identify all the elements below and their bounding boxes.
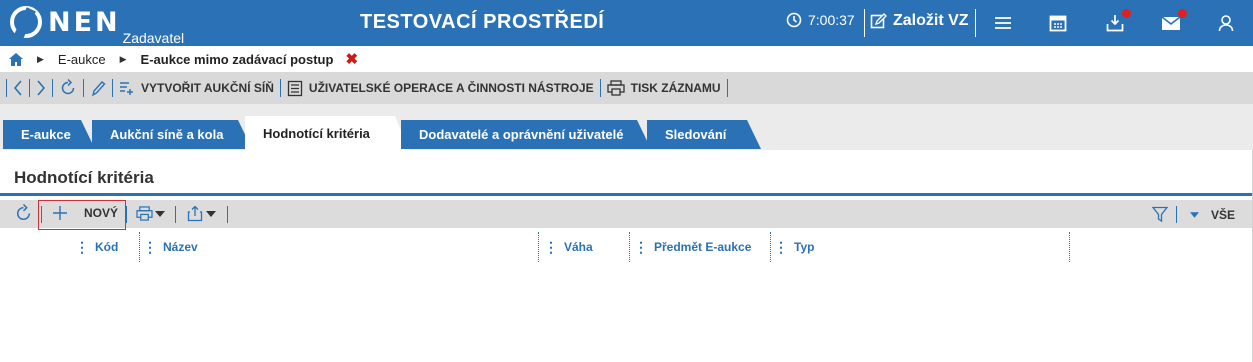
refresh-icon (61, 79, 75, 95)
user-operations-label: UŽIVATELSKÉ OPERACE A ČINNOSTI NÁSTROJE (308, 81, 594, 95)
printer-icon (136, 206, 153, 221)
close-icon[interactable]: ✖ (345, 50, 358, 68)
caret-down-icon (1190, 212, 1199, 218)
logo-subtitle: Zadavatel (122, 30, 185, 46)
column-divider (629, 232, 630, 262)
session-clock: 7:00:37 (786, 12, 855, 28)
print-menu-button[interactable] (136, 206, 165, 221)
refresh-grid-button[interactable] (14, 204, 33, 226)
create-contract-button[interactable]: Založit VZ (870, 12, 969, 30)
grid-toolbar: NOVÝ VŠE (0, 200, 1253, 228)
tab-monitoring[interactable]: Sledování (647, 120, 761, 149)
user-operations-button[interactable]: UŽIVATELSKÉ OPERACE A ČINNOSTI NÁSTROJE (281, 72, 600, 104)
chevron-right-icon: ▶ (37, 53, 44, 64)
clock-icon (786, 12, 802, 28)
column-divider (139, 232, 140, 262)
section-rule (0, 193, 1253, 196)
create-contract-label: Založit VZ (893, 12, 969, 29)
divider (975, 9, 976, 37)
export-icon (187, 205, 203, 222)
column-header-code[interactable]: ⋮ Kód (75, 232, 118, 262)
filter-button[interactable] (1151, 206, 1169, 226)
column-label: Předmět E-aukce (654, 240, 752, 254)
divider (1176, 206, 1177, 223)
column-header-type[interactable]: ⋮ Typ (774, 232, 814, 262)
print-record-button[interactable]: TISK ZÁZNAMU (601, 72, 727, 104)
logo-text: NEN (48, 7, 121, 38)
column-label: Váha (564, 240, 593, 254)
inbox-download-icon[interactable] (1103, 9, 1131, 35)
tab-e-aukce[interactable]: E-aukce (3, 120, 95, 149)
column-label: Kód (95, 240, 119, 254)
column-menu-icon[interactable]: ⋮ (75, 240, 89, 254)
refresh-icon (16, 204, 31, 221)
column-menu-icon[interactable]: ⋮ (544, 240, 558, 254)
document-list-icon (287, 80, 303, 96)
user-icon[interactable] (1214, 11, 1238, 35)
tab-suppliers-users[interactable]: Dodavatelé a oprávnění uživatelé (401, 120, 651, 149)
divider (126, 206, 127, 223)
chevron-right-icon: ▶ (119, 53, 127, 64)
divider (726, 79, 728, 97)
column-menu-icon[interactable]: ⋮ (143, 240, 157, 254)
section-title: Hodnotící kritéria (14, 168, 154, 187)
column-label: Název (163, 240, 198, 254)
create-auction-hall-button[interactable]: VYTVOŘIT AUKČNÍ SÍŇ (113, 72, 280, 104)
column-header-subject[interactable]: ⋮ Předmět E-aukce (634, 232, 751, 262)
notification-dot (1178, 9, 1187, 18)
export-menu-button[interactable] (187, 205, 216, 222)
list-add-icon (120, 82, 133, 95)
chevron-left-icon (13, 80, 22, 96)
home-icon[interactable] (9, 52, 23, 66)
back-button[interactable] (7, 72, 29, 104)
calendar-icon[interactable] (1046, 11, 1070, 35)
filter-icon (1151, 206, 1169, 223)
column-menu-icon[interactable]: ⋮ (634, 240, 648, 254)
create-auction-hall-label: VYTVOŘIT AUKČNÍ SÍŇ (141, 81, 274, 95)
column-header-weight[interactable]: ⋮ Váha (544, 232, 593, 262)
column-divider (538, 232, 539, 262)
print-record-label: TISK ZÁZNAMU (630, 81, 721, 95)
breadcrumb-item[interactable]: E-aukce (58, 52, 106, 67)
refresh-button[interactable] (53, 72, 83, 104)
tab-evaluation-criteria[interactable]: Hodnotící kritéria (245, 116, 409, 150)
breadcrumb-current: E-aukce mimo zadávací postup (140, 51, 334, 67)
view-filter-label: VŠE (1211, 208, 1236, 222)
edit-button[interactable] (84, 72, 112, 104)
tab-bar: E-aukce Aukční síně a kola Hodnotící kri… (0, 104, 1253, 150)
edit-icon (870, 12, 887, 28)
environment-title: TESTOVACÍ PROSTŘEDÍ (360, 11, 605, 33)
main-content: Hodnotící kritéria NOVÝ VŠE ⋮ Kód ⋮ Náze… (0, 150, 1253, 362)
menu-icon[interactable] (991, 11, 1015, 35)
nen-logo[interactable]: NEN Zadavatel (10, 6, 184, 46)
view-filter-dropdown[interactable]: VŠE (1190, 208, 1235, 222)
divider (227, 206, 228, 223)
caret-down-icon (155, 210, 165, 217)
pencil-icon (91, 81, 106, 97)
column-label: Typ (794, 240, 815, 254)
column-header-name[interactable]: ⋮ Název (143, 232, 198, 262)
clock-time: 7:00:37 (808, 12, 855, 28)
divider (864, 9, 865, 37)
record-toolbar: VYTVOŘIT AUKČNÍ SÍŇ UŽIVATELSKÉ OPERACE … (0, 72, 1253, 104)
divider (175, 206, 176, 223)
caret-down-icon (206, 210, 216, 217)
tab-auction-halls[interactable]: Aukční síně a kola (92, 120, 252, 149)
top-bar: NEN Zadavatel TESTOVACÍ PROSTŘEDÍ 7:00:3… (0, 0, 1253, 46)
breadcrumb: ▶ E-aukce ▶ E-aukce mimo zadávací postup… (0, 46, 1253, 72)
column-divider (770, 232, 771, 262)
chevron-right-icon (37, 80, 46, 96)
column-divider (1069, 232, 1070, 262)
highlight-box (38, 200, 126, 230)
notification-dot (1122, 9, 1131, 18)
printer-icon (606, 80, 625, 96)
nen-logo-icon (10, 6, 42, 38)
forward-button[interactable] (30, 72, 52, 104)
column-menu-icon[interactable]: ⋮ (774, 240, 788, 254)
mail-icon[interactable] (1159, 9, 1187, 35)
